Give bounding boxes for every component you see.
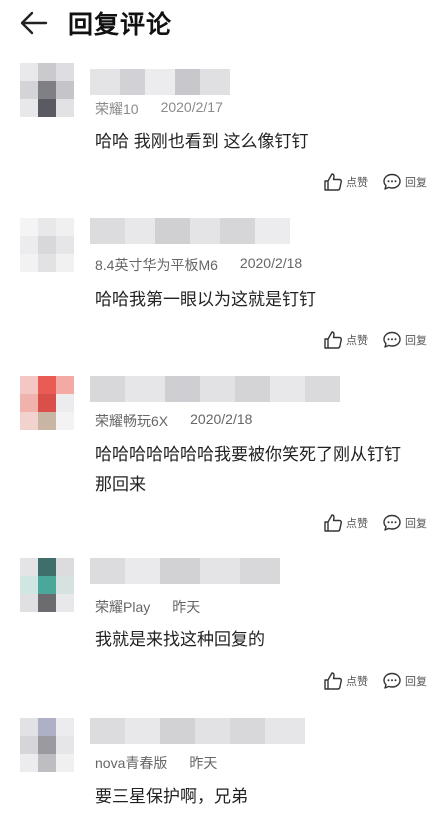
reply-button[interactable]: 回复 (382, 513, 427, 533)
comment-actions: 点赞 回复 (323, 330, 427, 350)
thumbs-up-icon (324, 173, 342, 191)
username-redacted[interactable] (90, 718, 305, 744)
back-button[interactable] (20, 6, 54, 40)
chat-bubble-icon (383, 514, 401, 531)
thumbs-up-icon (324, 331, 342, 349)
comment-date: 昨天 (189, 755, 218, 771)
username-redacted[interactable] (90, 69, 230, 95)
reply-label: 回复 (405, 335, 427, 347)
like-button[interactable]: 点赞 (323, 172, 368, 192)
avatar[interactable] (20, 63, 74, 117)
reply-label: 回复 (405, 177, 427, 189)
arrow-left-icon (20, 11, 48, 35)
device-label: nova青春版 (95, 755, 168, 771)
device-label: 8.4英寸华为平板M6 (95, 257, 218, 273)
avatar[interactable] (20, 718, 74, 772)
comment-actions: 点赞 回复 (323, 671, 427, 691)
comment-meta: nova青春版 昨天 (95, 753, 217, 773)
comment-date: 2020/2/18 (190, 411, 253, 427)
username-redacted[interactable] (90, 376, 340, 402)
comment-text: 我就是来找这种回复的 (95, 630, 265, 649)
device-label: 荣耀畅玩6X (95, 413, 169, 429)
header-bar: 回复评论 (0, 0, 441, 46)
like-button[interactable]: 点赞 (323, 513, 368, 533)
like-label: 点赞 (346, 335, 368, 347)
reply-button[interactable]: 回复 (382, 671, 427, 691)
comment-item: 荣耀Play 昨天 我就是来找这种回复的 点赞 回复 (0, 552, 441, 702)
comment-actions: 点赞 回复 (323, 172, 427, 192)
chat-bubble-icon (383, 173, 401, 190)
comment-date: 2020/2/17 (160, 99, 223, 115)
page-title: 回复评论 (68, 11, 173, 39)
reply-comments-screen: 回复评论 荣耀10 2020/2/17 哈哈 我刚也看到 这么像钉钉 点赞 回复… (0, 0, 441, 819)
like-label: 点赞 (346, 676, 368, 688)
reply-label: 回复 (405, 676, 427, 688)
comment-text: 哈哈哈哈哈哈哈我要被你笑死了刚从钉钉那回来 (95, 445, 401, 494)
comment-item: 8.4英寸华为平板M6 2020/2/18 哈哈我第一眼以为这就是钉钉 点赞 回… (0, 210, 441, 360)
comment-text: 哈哈 我刚也看到 这么像钉钉 (95, 132, 309, 151)
reply-button[interactable]: 回复 (382, 330, 427, 350)
username-redacted[interactable] (90, 558, 280, 584)
comment-actions: 点赞 回复 (323, 513, 427, 533)
thumbs-up-icon (324, 514, 342, 532)
comment-item: nova青春版 昨天 要三星保护啊，兄弟 (0, 712, 441, 819)
thumbs-up-icon (324, 672, 342, 690)
chat-bubble-icon (383, 672, 401, 689)
comment-text: 要三星保护啊，兄弟 (95, 787, 248, 806)
like-label: 点赞 (346, 177, 368, 189)
comment-meta: 荣耀畅玩6X 2020/2/18 (95, 411, 252, 431)
comment-date: 昨天 (172, 599, 201, 615)
comment-text: 哈哈我第一眼以为这就是钉钉 (95, 290, 316, 309)
avatar[interactable] (20, 558, 74, 612)
reply-label: 回复 (405, 518, 427, 530)
comment-meta: 荣耀Play 昨天 (95, 597, 200, 617)
comment-meta: 8.4英寸华为平板M6 2020/2/18 (95, 255, 302, 275)
username-redacted[interactable] (90, 218, 290, 244)
comment-date: 2020/2/18 (239, 255, 303, 271)
comment-item: 荣耀10 2020/2/17 哈哈 我刚也看到 这么像钉钉 点赞 回复 (0, 55, 441, 205)
comment-item: 荣耀畅玩6X 2020/2/18 哈哈哈哈哈哈哈我要被你笑死了刚从钉钉那回来 点… (0, 370, 441, 545)
reply-button[interactable]: 回复 (382, 172, 427, 192)
comment-meta: 荣耀10 2020/2/17 (95, 99, 223, 119)
device-label: 荣耀10 (95, 101, 139, 117)
avatar[interactable] (20, 376, 74, 430)
device-label: 荣耀Play (95, 599, 151, 615)
like-button[interactable]: 点赞 (323, 330, 368, 350)
chat-bubble-icon (383, 331, 401, 348)
like-label: 点赞 (346, 518, 368, 530)
avatar[interactable] (20, 218, 74, 272)
like-button[interactable]: 点赞 (323, 671, 368, 691)
